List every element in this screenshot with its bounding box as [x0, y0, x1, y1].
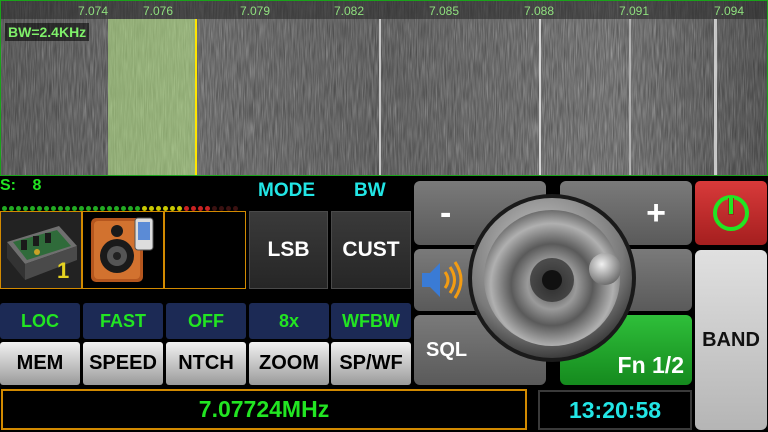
frequency-tick: 7.088	[523, 4, 555, 18]
audio-settings-button[interactable]	[82, 211, 164, 289]
s-meter-label: S:	[0, 177, 16, 194]
frequency-tick: 7.085	[428, 4, 460, 18]
speaker-volume-icon	[422, 261, 463, 299]
bandwidth-label: BW=2.4KHz	[5, 23, 90, 41]
frequency-tick: 7.074	[77, 4, 109, 18]
status-button-fast[interactable]: FAST	[83, 303, 163, 339]
function-button-speed[interactable]: SPEED	[83, 342, 163, 385]
frequency-tick: 7.079	[239, 4, 271, 18]
s-meter-value: 8	[32, 177, 42, 194]
waterfall-display[interactable]: 7.074 7.076 7.079 7.082 7.085 7.088 7.091 7.094…	[0, 0, 768, 176]
clock-display: 13:20:58	[538, 390, 692, 430]
radio-badge: 1	[57, 258, 70, 283]
empty-slot	[164, 211, 246, 289]
bw-button[interactable]: CUST	[331, 211, 411, 289]
status-button-8x[interactable]: 8x	[249, 303, 329, 339]
function-button-mem[interactable]: MEM	[0, 342, 80, 385]
mode-header: MODE	[258, 180, 315, 201]
frequency-tick: 7.094	[713, 4, 745, 18]
waterfall-spectrum	[1, 1, 767, 175]
frequency-tick: 7.076	[142, 4, 174, 18]
power-button[interactable]	[695, 181, 767, 245]
function-button-zoom[interactable]: ZOOM	[249, 342, 329, 385]
tuning-marker	[195, 19, 197, 175]
mode-button[interactable]: LSB	[249, 211, 328, 289]
status-button-off[interactable]: OFF	[166, 303, 246, 339]
function-button-sp-wf[interactable]: SP/WF	[331, 342, 411, 385]
status-button-wfbw[interactable]: WFBW	[331, 303, 411, 339]
frequency-tick: 7.091	[618, 4, 650, 18]
speaker-phone-icon	[91, 217, 154, 282]
status-button-loc[interactable]: LOC	[0, 303, 80, 339]
frequency-tick: 7.082	[333, 4, 365, 18]
power-icon	[713, 195, 749, 231]
radio-hardware-button[interactable]: 1	[0, 211, 82, 289]
tuning-knob-graphic	[468, 194, 636, 362]
band-button[interactable]: BAND	[695, 250, 767, 430]
function-button-ntch[interactable]: NTCH	[166, 342, 246, 385]
passband-highlight	[108, 19, 196, 175]
tuning-knob[interactable]	[467, 193, 637, 363]
frequency-display[interactable]: 7.07724MHz	[1, 389, 527, 430]
s-meter-readout: S: 8	[0, 177, 41, 195]
s-meter-bar	[2, 198, 246, 211]
bw-header: BW	[354, 180, 386, 201]
